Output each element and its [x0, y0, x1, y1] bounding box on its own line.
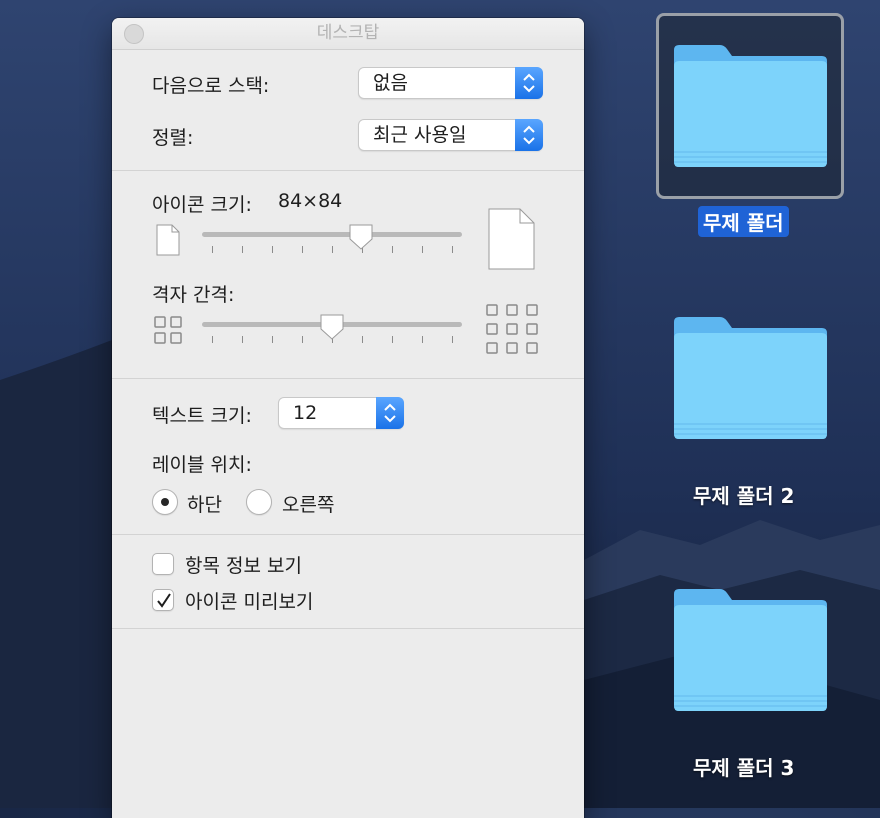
label-position-bottom-label[interactable]: 하단 — [187, 490, 222, 517]
small-document-icon — [156, 224, 180, 256]
folder-icon[interactable] — [672, 44, 828, 168]
small-grid-icon — [154, 316, 182, 344]
slider-tick — [212, 336, 213, 343]
slider-tick — [452, 336, 453, 343]
sort-by-value: 최근 사용일 — [373, 124, 467, 146]
popup-chevron-icon — [515, 119, 543, 151]
label-position-right-label[interactable]: 오른쪽 — [282, 490, 334, 517]
folder-label-2[interactable]: 무제 폴더 2 — [693, 480, 794, 509]
popup-chevron-icon — [515, 67, 543, 99]
folder-label-3[interactable]: 무제 폴더 3 — [693, 752, 794, 781]
slider-tick — [452, 246, 453, 253]
folder-icon[interactable] — [672, 588, 828, 712]
text-size-popup[interactable]: 12 — [278, 397, 404, 429]
icon-size-value: 84×84 — [278, 190, 343, 212]
large-grid-icon — [486, 304, 538, 354]
divider — [112, 628, 584, 629]
slider-tick — [242, 246, 243, 253]
large-document-icon — [488, 208, 535, 270]
slider-tick — [302, 246, 303, 253]
slider-tick — [302, 336, 303, 343]
icon-size-slider-knob[interactable] — [348, 223, 374, 251]
divider — [112, 378, 584, 379]
label-position-right-radio[interactable] — [246, 489, 272, 515]
text-size-value: 12 — [293, 402, 318, 424]
grid-spacing-label: 격자 간격: — [152, 284, 235, 306]
label-position-bottom-radio[interactable] — [152, 489, 178, 515]
label-position-label: 레이블 위치: — [152, 454, 252, 476]
slider-tick — [272, 336, 273, 343]
slider-tick — [392, 336, 393, 343]
show-icon-preview-checkbox[interactable] — [152, 589, 174, 611]
show-icon-preview-label[interactable]: 아이콘 미리보기 — [185, 587, 313, 614]
slider-tick — [392, 246, 393, 253]
slider-tick — [212, 246, 213, 253]
slider-tick — [242, 336, 243, 343]
panel-title: 데스크탑 — [316, 23, 380, 43]
folder-label-1[interactable]: 무제 폴더 — [698, 206, 789, 237]
popup-chevron-icon — [376, 397, 404, 429]
grid-spacing-slider-knob[interactable] — [319, 313, 345, 341]
slider-tick — [422, 336, 423, 343]
text-size-label: 텍스트 크기: — [152, 405, 252, 427]
checkmark-icon — [157, 593, 171, 608]
show-item-info-checkbox[interactable] — [152, 553, 174, 575]
sort-by-popup[interactable]: 최근 사용일 — [358, 119, 543, 151]
slider-tick — [362, 336, 363, 343]
slider-tick — [272, 246, 273, 253]
divider — [112, 170, 584, 171]
radio-selected-dot — [161, 498, 169, 506]
stack-by-label: 다음으로 스택: — [152, 75, 270, 97]
panel-titlebar: 데스크탑 — [112, 18, 584, 50]
stack-by-popup[interactable]: 없음 — [358, 67, 543, 99]
icon-size-label: 아이콘 크기: — [152, 194, 252, 216]
icon-size-slider-track[interactable] — [202, 232, 462, 237]
slider-tick — [422, 246, 423, 253]
desktop-view-options-panel: 데스크탑 다음으로 스택: 없음 정렬: 최근 사용일 아이콘 크기: 84×8… — [112, 18, 584, 818]
divider — [112, 534, 584, 535]
stack-by-value: 없음 — [373, 72, 408, 94]
show-item-info-label[interactable]: 항목 정보 보기 — [185, 551, 302, 578]
folder-icon[interactable] — [672, 316, 828, 440]
slider-tick — [332, 246, 333, 253]
sort-by-label: 정렬: — [152, 127, 194, 149]
